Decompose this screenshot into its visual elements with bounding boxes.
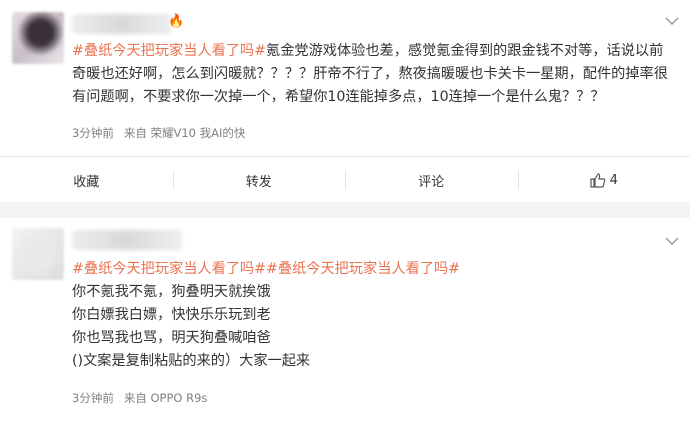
username[interactable] [72, 230, 182, 250]
post-text: #叠纸今天把玩家当人看了吗##叠纸今天把玩家当人看了吗# 你不氪我不氪，狗叠明天… [72, 258, 672, 373]
post-text-line: 奇暖也还好啊，怎么到闪暖就？？？？肝帝不行了，熬夜搞暖暖也卡关卡一星期，配件的掉… [72, 66, 668, 82]
fire-icon: 🔥 [168, 14, 185, 29]
post-text-line: 你白嫖我白嫖，快快乐乐玩到老 [72, 307, 271, 323]
post-text-line: 氪金党游戏体验也差，感觉氪金得到的跟金钱不对等，话说以前 [266, 43, 664, 59]
post-card-2: #叠纸今天把玩家当人看了吗##叠纸今天把玩家当人看了吗# 你不氪我不氪，狗叠明天… [0, 218, 690, 426]
avatar[interactable] [12, 12, 64, 64]
comment-label: 评论 [418, 174, 445, 190]
avatar[interactable] [12, 228, 64, 280]
hashtag-link[interactable]: #叠纸今天把玩家当人看了吗# [266, 261, 460, 277]
hashtag-link[interactable]: #叠纸今天把玩家当人看了吗# [72, 261, 266, 277]
chevron-down-icon[interactable] [664, 236, 680, 246]
timestamp[interactable]: 3分钟前 [72, 126, 114, 140]
collect-button[interactable]: 收藏 [0, 171, 173, 190]
repost-button[interactable]: 转发 [172, 170, 346, 190]
post-text: #叠纸今天把玩家当人看了吗#氪金党游戏体验也差，感觉氪金得到的跟金钱不对等，话说… [72, 40, 672, 109]
post-divider [0, 202, 690, 218]
post-text-line: 你不氪我不氪，狗叠明天就挨饿 [72, 284, 271, 300]
chevron-down-icon[interactable] [664, 16, 680, 26]
post-text-line: 你也骂我也骂，明天狗叠喊咱爸 [72, 330, 271, 346]
hashtag-link[interactable]: #叠纸今天把玩家当人看了吗# [72, 43, 266, 59]
username[interactable] [72, 14, 172, 34]
collect-label: 收藏 [73, 174, 100, 190]
post-text-line: ()文案是复制粘贴的来的）大家一起来 [72, 353, 311, 369]
like-count: 4 [609, 172, 618, 188]
post-card-1: 🔥 #叠纸今天把玩家当人看了吗#氪金党游戏体验也差，感觉氪金得到的跟金钱不对等，… [0, 0, 690, 210]
like-button[interactable]: 4 [517, 170, 690, 190]
post-meta: 3分钟前 来自 OPPO R9s [72, 390, 217, 406]
source: 来自 荣耀V10 我AI的快 [123, 126, 246, 140]
post-meta: 3分钟前 来自 荣耀V10 我AI的快 [72, 125, 255, 141]
action-bar: 收藏 转发 评论 4 [0, 156, 690, 203]
timestamp[interactable]: 3分钟前 [72, 391, 114, 405]
repost-label: 转发 [245, 174, 272, 190]
post-text-line: 有问题啊，不要求你一次掉一个，希望你10连能掉多点，10连掉一个是什么鬼？？？ [72, 89, 605, 105]
thumbs-up-icon [590, 172, 605, 188]
source: 来自 OPPO R9s [123, 391, 208, 405]
comment-button[interactable]: 评论 [345, 170, 518, 190]
